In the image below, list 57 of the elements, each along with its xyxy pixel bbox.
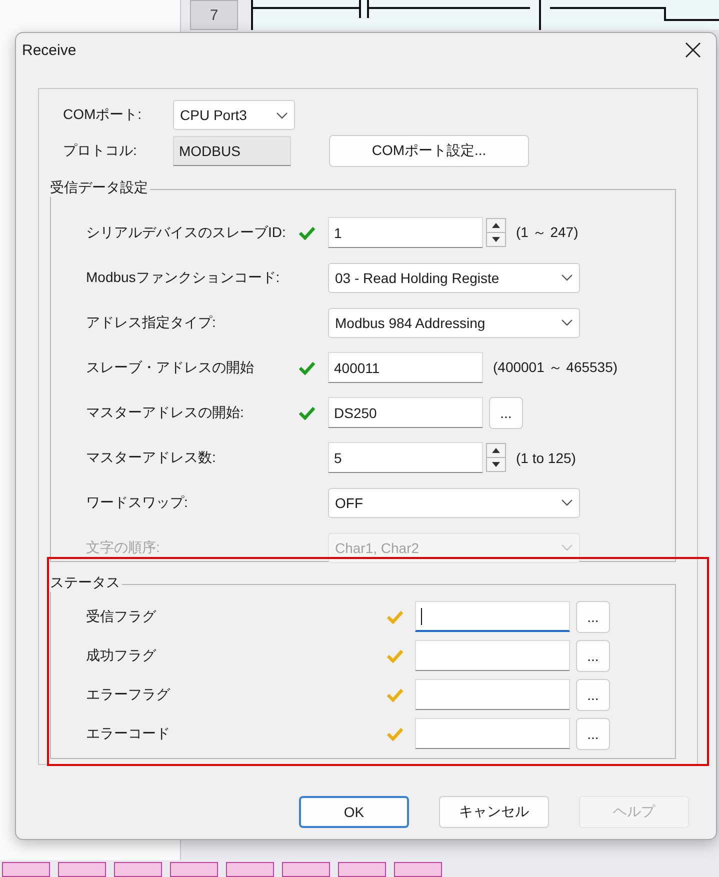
browse-button[interactable]: ... <box>576 640 610 672</box>
chevron-icon <box>561 544 573 551</box>
port-dropdown[interactable]: CPU Port3 <box>173 100 295 130</box>
field-label: スレーブ・アドレスの開始 <box>86 358 255 376</box>
browse-button[interactable]: ... <box>576 600 610 632</box>
field-label: エラーフラグ <box>86 686 172 704</box>
chevron-icon <box>276 112 288 118</box>
ladder-cell <box>170 862 218 877</box>
chevron-icon <box>561 274 573 281</box>
address-field[interactable]: 400011 <box>328 352 483 383</box>
field-label: マスターアドレス数: <box>86 448 217 466</box>
field-label: ワードスワップ: <box>86 494 189 512</box>
address-field[interactable] <box>415 601 570 632</box>
dropdown[interactable]: Modbus 984 Addressing <box>328 308 580 338</box>
field-label: Modbusファンクションコード: <box>86 268 281 286</box>
range-hint: (1 ～ 247) <box>516 224 578 242</box>
field-label: シリアルデバイスのスレーブID: <box>86 224 287 242</box>
browse-button[interactable]: ... <box>576 678 610 710</box>
ladder-cell <box>394 862 442 877</box>
browse-button[interactable]: ... <box>489 396 523 428</box>
address-field[interactable] <box>415 640 570 671</box>
field-label: エラーコード <box>86 724 171 742</box>
dialog-button[interactable]: キャンセル <box>439 796 549 828</box>
protocol-field: MODBUS <box>173 136 291 166</box>
field-label: アドレス指定タイプ: <box>86 314 217 332</box>
ladder-cell <box>282 862 330 877</box>
ladder-cell <box>58 862 106 877</box>
address-field[interactable] <box>415 718 570 749</box>
field-label: 受信フラグ <box>86 608 158 626</box>
field-label: プロトコル: <box>63 142 138 160</box>
field-label: マスターアドレスの開始: <box>86 404 245 422</box>
chevron-icon <box>561 499 573 506</box>
port-settings-button[interactable]: COMポート設定... <box>329 135 529 167</box>
ladder-cell <box>226 862 274 877</box>
dropdown[interactable]: 03 - Read Holding Registe <box>328 262 580 292</box>
row-number: 7 <box>190 0 238 30</box>
ladder-cell <box>114 862 162 877</box>
dialog-button[interactable]: OK <box>299 796 409 828</box>
number-field[interactable]: 1 <box>328 217 483 248</box>
spin-buttons[interactable] <box>486 443 506 472</box>
field-label: 文字の順序: <box>86 538 161 556</box>
dropdown[interactable]: OFF <box>328 488 580 518</box>
group-title: 受信データ設定 <box>50 179 150 197</box>
ladder-cell <box>2 862 50 877</box>
browse-button[interactable]: ... <box>576 718 610 750</box>
group-title: ステータス <box>50 574 122 592</box>
range-hint: (1 to 125) <box>516 450 576 466</box>
range-hint: (400001 ～ 465535) <box>493 358 618 376</box>
ladder-cell <box>338 862 386 877</box>
address-field[interactable]: DS250 <box>328 397 483 428</box>
field-label: 成功フラグ <box>86 646 158 664</box>
address-field[interactable] <box>415 679 570 710</box>
chevron-icon <box>561 319 573 326</box>
spin-buttons[interactable] <box>486 218 506 247</box>
field-label: COMポート: <box>63 106 143 124</box>
window-title: Receive <box>22 42 76 58</box>
number-field[interactable]: 5 <box>328 442 483 473</box>
